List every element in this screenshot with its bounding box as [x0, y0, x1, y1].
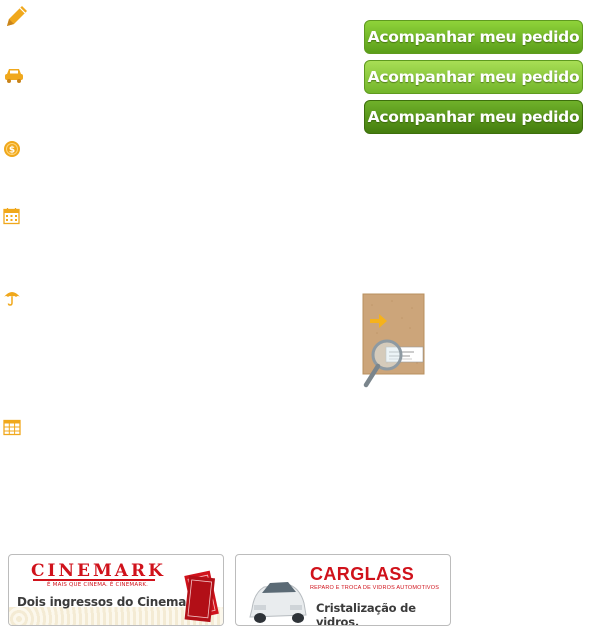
carglass-banner[interactable]: CARGLASS REPARO E TROCA DE VIDROS AUTOMO… [235, 554, 451, 626]
table-icon [3, 419, 29, 445]
carglass-offer-text: Cristalização de vidros. [316, 601, 416, 626]
car-image [249, 582, 307, 623]
envelope-magnifier-illustration [362, 293, 428, 389]
track-order-button-active[interactable]: Acompanhar meu pedido [364, 100, 583, 134]
track-order-button[interactable]: Acompanhar meu pedido [364, 20, 583, 54]
svg-text:$: $ [9, 146, 15, 156]
page: $ Acompanhar meu pedido Acompanhar meu p… [0, 0, 600, 633]
cinemark-logo-underline [33, 579, 155, 581]
cinemark-tagline: É MAIS QUE CINEMA. É CINEMARK. [47, 582, 149, 588]
cinemark-logo: CINEMARK [31, 561, 166, 581]
coin-icon: $ [3, 140, 29, 166]
movie-tickets-icon [184, 570, 219, 623]
cinemark-banner[interactable]: CINEMARK É MAIS QUE CINEMA. É CINEMARK. … [8, 554, 224, 626]
pencil-icon [3, 2, 29, 28]
track-order-button-hover[interactable]: Acompanhar meu pedido [364, 60, 583, 94]
calendar-icon [3, 207, 29, 233]
cinemark-offer-text: Dois ingressos do Cinemark. [17, 595, 205, 609]
car-icon [3, 67, 29, 93]
umbrella-icon [3, 289, 29, 315]
carglass-logo: CARGLASS [310, 564, 415, 584]
carglass-tagline: REPARO E TROCA DE VIDROS AUTOMOTIVOS [310, 585, 440, 591]
